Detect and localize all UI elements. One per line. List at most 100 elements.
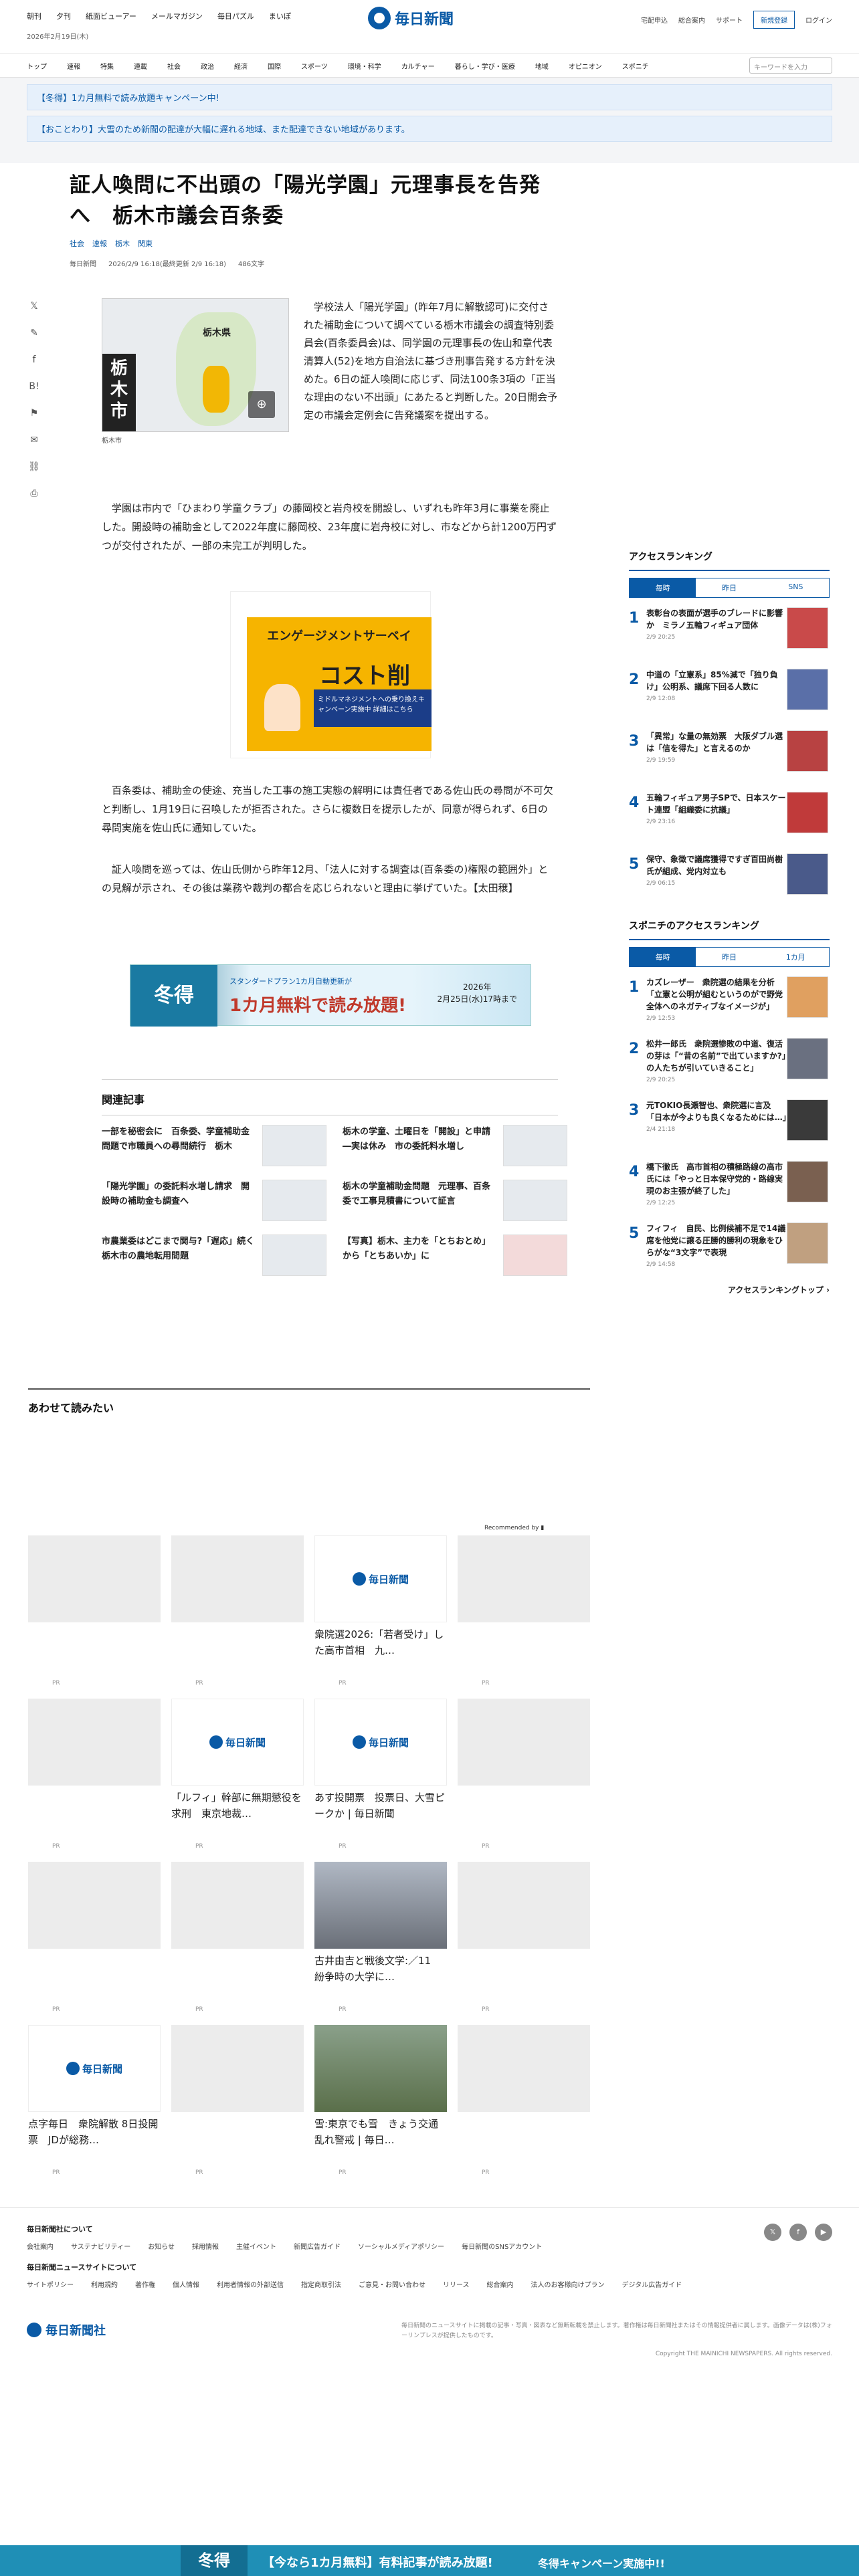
nav-life[interactable]: 暮らし・学び・医療 — [455, 61, 515, 71]
recommend-card[interactable]: PR — [171, 1535, 304, 1687]
footer-link[interactable]: ソーシャルメディアポリシー — [358, 2241, 444, 2251]
tag-society[interactable]: 社会 — [70, 238, 84, 249]
register-button[interactable]: 新規登録 — [753, 11, 795, 29]
tag-kanto[interactable]: 関東 — [138, 238, 153, 249]
ranking-item[interactable]: 3 元TOKIO長瀬智也、衆院選に言及「日本が今よりも良くなるためには…」 2/4 … — [629, 1099, 830, 1152]
nav-world[interactable]: 国際 — [268, 61, 281, 71]
ranking-item[interactable]: 5 フィフィ 自民、比例候補不足で14議席を他党に譲る圧勝的勝利の現象をひらがな“… — [629, 1222, 830, 1275]
top-link-puzzle[interactable]: 毎日パズル — [217, 11, 254, 21]
footer-link[interactable]: リリース — [443, 2279, 470, 2289]
nav-science[interactable]: 環境・科学 — [348, 61, 381, 71]
related-item[interactable]: 栃木の学童、土曜日を「開設」と申請―実は休み 市の委託料水増し — [343, 1125, 567, 1168]
ranking-item[interactable]: 2 松井一郎氏 衆院選惨敗の中道、復活の芽は「“昔の名前”で出ていますか?」の人た… — [629, 1038, 830, 1090]
ranking-item[interactable]: 5 保守、象徴で議席獲得ですぎ百田尚樹氏が組成、党内対立も 2/9 06:15 — [629, 853, 830, 905]
hatena-icon[interactable]: B! — [28, 381, 40, 393]
ranking-title[interactable]: アクセスランキング — [629, 550, 830, 571]
footer-link[interactable]: デジタル広告ガイド — [622, 2279, 682, 2289]
print-icon[interactable]: ⎙ — [28, 488, 40, 500]
support-link[interactable]: サポート — [716, 15, 743, 25]
bookmark-icon[interactable]: ⚑ — [28, 408, 40, 420]
bottom-cta[interactable]: 冬得キャンペーン実施中!! — [538, 2555, 665, 2571]
top-link-mail[interactable]: メールマガジン — [151, 11, 203, 21]
recommend-card[interactable]: 毎日新聞 あす投開票 投票日、大雪ピークか | 毎日新聞 PR — [314, 1699, 447, 1850]
nav-top[interactable]: トップ — [27, 61, 47, 71]
related-item[interactable]: 【写真】栃木、主力を「とちおとめ」から「とちあいか」に — [343, 1235, 567, 1277]
related-item[interactable]: 「陽光学園」の委託料水増し請求 開設時の補助金も調査へ — [102, 1180, 326, 1222]
recommend-card[interactable]: 毎日新聞 「ルフィ」幹部に無期懲役を求刑 東京地裁… PR — [171, 1699, 304, 1850]
mail-icon[interactable]: ✉ — [28, 435, 40, 447]
site-logo[interactable]: 毎日新聞 — [368, 7, 454, 29]
recommend-card[interactable]: PR — [171, 1862, 304, 2013]
x-icon[interactable]: 𝕏 — [764, 2224, 781, 2241]
article-map[interactable]: 栃木県 栃木市 ⊕ — [102, 298, 289, 432]
nav-culture[interactable]: カルチャー — [401, 61, 435, 71]
facebook-icon[interactable]: f — [789, 2224, 807, 2241]
recommend-card[interactable]: PR — [28, 1862, 161, 2013]
footer-link[interactable]: 著作権 — [135, 2279, 155, 2289]
footer-link[interactable]: ご意見・お問い合わせ — [359, 2279, 425, 2289]
tag-breaking[interactable]: 速報 — [92, 238, 107, 249]
recommend-card[interactable]: 毎日新聞 点字毎日 衆院解散 8日投開票 JDが総務… PR — [28, 2025, 161, 2176]
sponichi-title[interactable]: スポニチのアクセスランキング — [629, 919, 830, 940]
delivery-link[interactable]: 宅配申込 — [641, 15, 668, 25]
recommend-card[interactable]: PR — [458, 2025, 590, 2176]
ranking-item[interactable]: 2 中道の「立憲系」85%減で「独り負け」公明系、議席下回る人数に 2/9 12:0… — [629, 669, 830, 721]
ranking-item[interactable]: 4 五輪フィギュア男子SPで、日本スケート連盟「組織委に抗議」 2/9 23:16 — [629, 792, 830, 844]
notice-delivery[interactable]: 【おことわり】大雪のため新聞の配達が大幅に遅れる地域、また配達できない地域があり… — [27, 116, 832, 142]
login-link[interactable]: ログイン — [805, 15, 832, 25]
related-item[interactable]: 市農業委はどこまで関与?「遅応」続く栃木市の農地転用問題 — [102, 1235, 326, 1277]
tab-sponichi-yesterday[interactable]: 昨日 — [696, 948, 763, 966]
footer-link[interactable]: 毎日新聞のSNSアカウント — [462, 2241, 542, 2251]
related-item[interactable]: 一部を秘密会に 百条委、学童補助金問題で市職員への尋問続行 栃木 — [102, 1125, 326, 1168]
ranking-item[interactable]: 4 橋下徹氏 高市首相の積極路線の高市氏には「やっと日本保守党的・路線実現のお主張… — [629, 1161, 830, 1213]
nav-series[interactable]: 連載 — [134, 61, 147, 71]
recommend-card[interactable]: PR — [171, 2025, 304, 2176]
tab-sns[interactable]: SNS — [762, 578, 829, 597]
youtube-icon[interactable]: ▶ — [815, 2224, 832, 2241]
ranking-item[interactable]: 1 カズレーザー 衆院選の結果を分析「立憲と公明が組むというのがで野党全体へのネガ… — [629, 976, 830, 1029]
zoom-icon[interactable]: ⊕ — [248, 391, 275, 418]
tab-sponichi-hourly[interactable]: 毎時 — [630, 948, 696, 966]
related-item[interactable]: 栃木の学童補助金問題 元理事、百条委で工事見積書について証言 — [343, 1180, 567, 1222]
campaign-banner[interactable]: 冬得 スタンダードプラン1カ月自動更新が 1カ月無料で読み放題! 2026年 2… — [130, 964, 531, 1027]
footer-link[interactable]: 個人情報 — [173, 2279, 199, 2289]
footer-link[interactable]: 採用情報 — [192, 2241, 219, 2251]
guide-link[interactable]: 総合案内 — [678, 15, 705, 25]
facebook-icon[interactable]: f — [28, 354, 40, 366]
footer-link[interactable]: お知らせ — [148, 2241, 175, 2251]
ad-creative[interactable]: エンゲージメントサーベイ コスト削減 ミドルマネジメントへの乗り換えキャンペーン… — [247, 617, 432, 751]
footer-link[interactable]: 指定商取引法 — [301, 2279, 341, 2289]
display-ad[interactable]: エンゲージメントサーベイ コスト削減 ミドルマネジメントへの乗り換えキャンペーン… — [230, 591, 432, 758]
recommend-card[interactable]: 古井由吉と戦後文学:／11 紛争時の大学に… PR — [314, 1862, 447, 2013]
tab-yesterday[interactable]: 昨日 — [696, 578, 763, 597]
top-link-evening[interactable]: 夕刊 — [56, 11, 71, 21]
footer-link[interactable]: 主催イベント — [236, 2241, 276, 2251]
footer-logo[interactable]: 毎日新聞社 — [27, 2321, 106, 2339]
comment-icon[interactable]: ✎ — [28, 328, 40, 340]
footer-link[interactable]: 新聞広告ガイド — [294, 2241, 341, 2251]
link-icon[interactable]: ⛓ — [28, 461, 40, 473]
footer-link[interactable]: 総合案内 — [487, 2279, 514, 2289]
ranking-more-link[interactable]: アクセスランキングトップ › — [629, 1284, 830, 1295]
nav-feature[interactable]: 特集 — [100, 61, 114, 71]
footer-link[interactable]: 利用者情報の外部送信 — [217, 2279, 284, 2289]
nav-region[interactable]: 地域 — [535, 61, 549, 71]
tab-hourly[interactable]: 毎時 — [630, 578, 696, 597]
nav-opinion[interactable]: オピニオン — [569, 61, 602, 71]
nav-breaking[interactable]: 速報 — [67, 61, 80, 71]
recommend-card[interactable]: PR — [28, 1699, 161, 1850]
bottom-campaign-bar[interactable]: 冬得 【今なら1カ月無料】有料記事が読み放題! 冬得キャンペーン実施中!! — [0, 2545, 859, 2576]
ranking-item[interactable]: 1 表彰台の表面が選手のブレードに影響か ミラノ五輪フィギュア団体 2/9 20:2… — [629, 607, 830, 659]
recommend-card[interactable]: PR — [28, 1535, 161, 1687]
nav-sponichi[interactable]: スポニチ — [622, 61, 649, 71]
nav-society[interactable]: 社会 — [167, 61, 181, 71]
nav-economy[interactable]: 経済 — [234, 61, 248, 71]
top-link-maipo[interactable]: まいぽ — [269, 11, 291, 21]
footer-link[interactable]: 利用規約 — [91, 2279, 118, 2289]
recommend-card[interactable]: 雪:東京でも雪 きょう交通乱れ警戒 | 毎日… PR — [314, 2025, 447, 2176]
footer-link[interactable]: 法人のお客様向けプラン — [531, 2279, 605, 2289]
nav-politics[interactable]: 政治 — [201, 61, 214, 71]
ranking-item[interactable]: 3 「異常」な量の無効票 大阪ダブル選は「信を得た」と言えるのか 2/9 19:59 — [629, 730, 830, 782]
top-link-viewer[interactable]: 紙面ビューアー — [86, 11, 136, 21]
top-link-morning[interactable]: 朝刊 — [27, 11, 41, 21]
